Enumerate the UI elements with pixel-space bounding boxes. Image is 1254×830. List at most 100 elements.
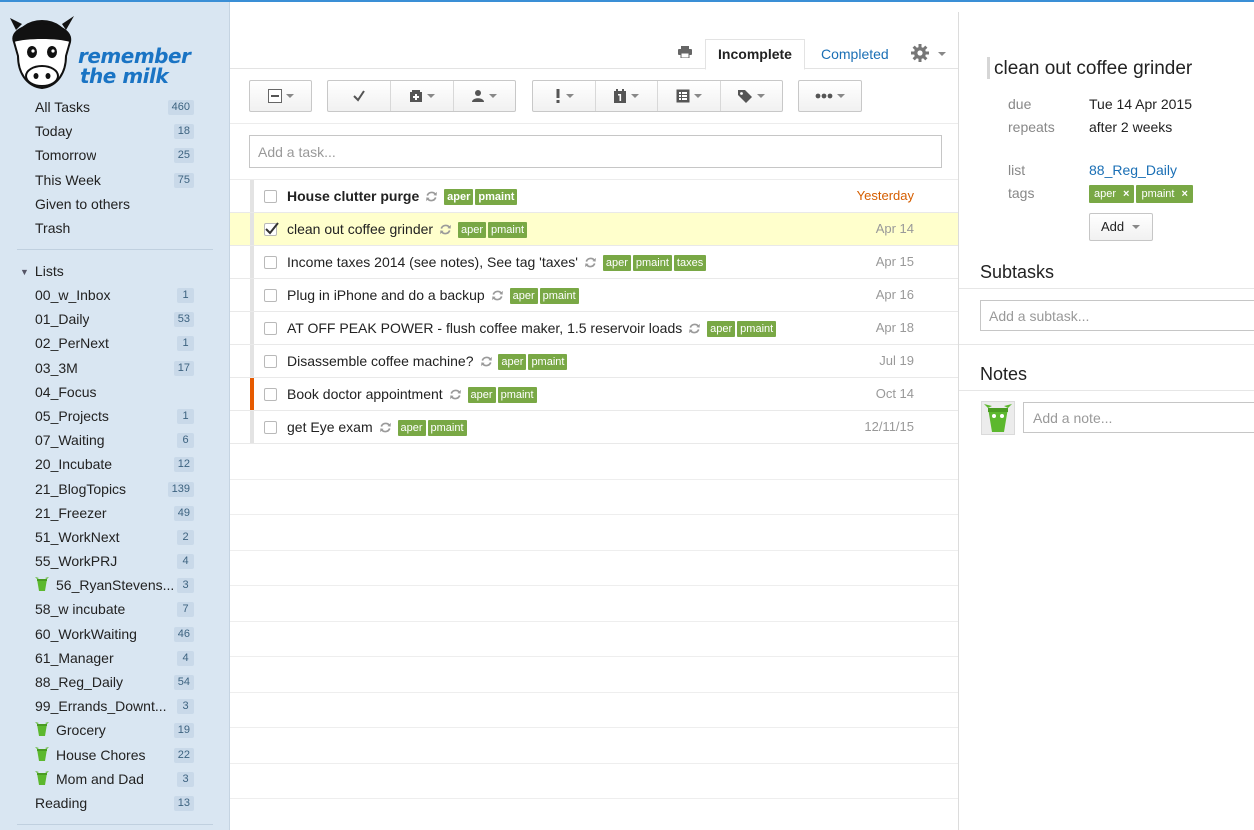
sidebar-item[interactable]: 58_w incubate 7: [0, 597, 229, 621]
sidebar-item-count: 460: [167, 100, 194, 115]
task-tag[interactable]: pmaint: [737, 321, 777, 337]
rtm-logo[interactable]: remember the milk: [8, 12, 191, 94]
task-tag[interactable]: aper: [498, 354, 527, 370]
priority-button[interactable]: [533, 81, 595, 111]
print-icon[interactable]: [678, 46, 692, 58]
sidebar-item[interactable]: 07_Waiting 6: [0, 428, 229, 452]
task-tag[interactable]: pmaint: [632, 255, 672, 271]
sidebar-item[interactable]: Today 18: [0, 119, 229, 143]
repeats-value[interactable]: after 2 weeks: [1089, 119, 1172, 135]
sidebar-item[interactable]: Reading 13: [0, 791, 229, 815]
task-tag[interactable]: taxes: [673, 255, 707, 271]
task-tag[interactable]: aper: [509, 288, 538, 304]
sidebar-item[interactable]: 05_Projects 1: [0, 404, 229, 428]
task-tag[interactable]: aper: [707, 321, 736, 337]
task-row[interactable]: Disassemble coffee machine? aper pmaint Ju…: [230, 345, 958, 378]
task-detail-title[interactable]: clean out coffee grinder: [994, 57, 1192, 81]
task-checkbox[interactable]: [264, 222, 279, 236]
sidebar-item[interactable]: 51_WorkNext 2: [0, 525, 229, 549]
lists-header[interactable]: ▼ Lists: [20, 263, 64, 279]
task-title: Plug in iPhone and do a backup: [287, 287, 485, 303]
task-tag[interactable]: aper: [444, 189, 474, 205]
empty-row: [230, 551, 958, 586]
more-actions-button[interactable]: [799, 81, 861, 111]
task-tag[interactable]: pmaint: [488, 222, 528, 238]
sidebar-item[interactable]: 55_WorkPRJ 4: [0, 549, 229, 573]
task-tag[interactable]: pmaint: [539, 288, 579, 304]
move-list-button[interactable]: [657, 81, 720, 111]
sidebar-item[interactable]: Trash: [0, 216, 229, 240]
detail-tag[interactable]: pmaint ×: [1136, 185, 1193, 203]
tag-icon: [738, 90, 753, 103]
sidebar-item[interactable]: 61_Manager 4: [0, 646, 229, 670]
sidebar-item[interactable]: All Tasks 460: [0, 95, 229, 119]
task-checkbox[interactable]: [264, 355, 277, 368]
task-row[interactable]: clean out coffee grinder aper pmaint Apr 1…: [230, 213, 958, 246]
due-value[interactable]: Tue 14 Apr 2015: [1089, 96, 1192, 112]
task-row[interactable]: Income taxes 2014 (see notes), See tag '…: [230, 246, 958, 279]
avatar: [981, 401, 1015, 435]
add-note-input[interactable]: [1023, 402, 1254, 433]
sidebar-item[interactable]: 88_Reg_Daily 54: [0, 670, 229, 694]
task-tag[interactable]: pmaint: [427, 420, 467, 436]
sidebar-item[interactable]: 21_Freezer 49: [0, 501, 229, 525]
task-checkbox[interactable]: [264, 421, 277, 434]
sidebar-item[interactable]: 00_w_Inbox 1: [0, 283, 229, 307]
task-tag[interactable]: aper: [397, 420, 426, 436]
detail-tag[interactable]: aper ×: [1089, 185, 1135, 203]
sidebar-item[interactable]: 03_3M 17: [0, 356, 229, 380]
tags-button[interactable]: [719, 81, 783, 111]
task-tag[interactable]: pmaint: [475, 189, 518, 205]
due-date-button[interactable]: [594, 81, 658, 111]
task-checkbox[interactable]: [264, 289, 277, 302]
sidebar-item[interactable]: 01_Daily 53: [0, 307, 229, 331]
task-row[interactable]: Book doctor appointment aper pmaint Oct 14: [230, 378, 958, 411]
list-link[interactable]: 88_Reg_Daily: [1089, 162, 1177, 178]
tab-incomplete[interactable]: Incomplete: [705, 39, 805, 70]
sidebar-item[interactable]: Grocery 19: [0, 718, 229, 742]
add-subtask-input[interactable]: [980, 300, 1254, 331]
sidebar-item[interactable]: This Week 75: [0, 168, 229, 192]
sidebar-item-label: Today: [35, 123, 73, 140]
task-checkbox[interactable]: [264, 256, 277, 269]
sidebar-item[interactable]: House Chores 22: [0, 743, 229, 767]
remove-tag-icon[interactable]: ×: [1123, 188, 1129, 200]
sidebar-item-count: 3: [177, 699, 194, 715]
complete-task-button[interactable]: [328, 81, 390, 111]
task-row[interactable]: Plug in iPhone and do a backup aper pmain…: [230, 279, 958, 312]
sidebar-item[interactable]: 02_PerNext 1: [0, 331, 229, 355]
sidebar-item-count: 18: [173, 124, 194, 140]
settings-menu-button[interactable]: [910, 43, 946, 63]
task-row[interactable]: House clutter purge aper pmaint Yesterday: [230, 180, 958, 213]
sidebar-item[interactable]: 04_Focus: [0, 380, 229, 404]
add-task-input[interactable]: [249, 135, 942, 168]
postpone-button[interactable]: [390, 81, 452, 111]
select-tasks-button[interactable]: [250, 81, 311, 111]
sidebar-item[interactable]: Mom and Dad 3: [0, 767, 229, 791]
task-checkbox[interactable]: [264, 388, 277, 401]
sidebar-item[interactable]: 56_RyanStevens... 3: [0, 573, 229, 597]
sidebar-item[interactable]: 60_WorkWaiting 46: [0, 622, 229, 646]
sidebar-item[interactable]: Tomorrow 25: [0, 143, 229, 167]
task-tag[interactable]: aper: [602, 255, 631, 271]
task-checkbox[interactable]: [264, 322, 277, 335]
sidebar-item[interactable]: 20_Incubate 12: [0, 452, 229, 476]
task-checkbox[interactable]: [264, 190, 277, 203]
remove-tag-icon[interactable]: ×: [1182, 188, 1188, 200]
assign-button[interactable]: [452, 81, 515, 111]
sidebar-item[interactable]: 99_Errands_Downt... 3: [0, 694, 229, 718]
task-tag[interactable]: aper: [457, 222, 486, 238]
task-tag[interactable]: pmaint: [528, 354, 568, 370]
sidebar-item[interactable]: 21_BlogTopics 139: [0, 477, 229, 501]
task-tag[interactable]: pmaint: [497, 387, 537, 403]
task-row[interactable]: AT OFF PEAK POWER - flush coffee maker, …: [230, 312, 958, 345]
sidebar-item[interactable]: Given to others: [0, 192, 229, 216]
task-row[interactable]: get Eye exam aper pmaint 12/11/15: [230, 411, 958, 444]
sidebar-item-count: 139: [167, 481, 194, 497]
logo-line-1: remember: [78, 44, 191, 68]
tab-completed[interactable]: Completed: [821, 39, 889, 69]
notes-divider: [959, 390, 1254, 391]
task-tag[interactable]: aper: [467, 387, 496, 403]
select-checkbox-icon: [267, 89, 282, 103]
add-property-button[interactable]: Add: [1089, 213, 1153, 241]
